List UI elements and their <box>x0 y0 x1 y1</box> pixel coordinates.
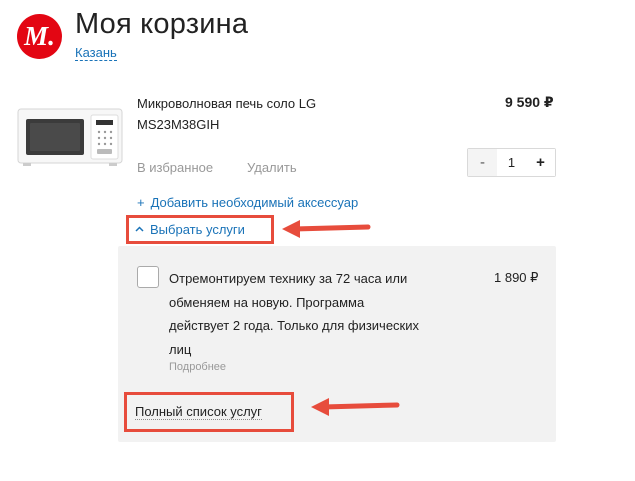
microwave-image[interactable] <box>17 107 123 167</box>
plus-icon: + <box>137 195 145 210</box>
quantity-minus-button[interactable]: - <box>468 149 497 176</box>
chevron-up-icon <box>135 224 144 235</box>
service-checkbox[interactable] <box>137 266 159 288</box>
page-title: Моя корзина <box>75 8 249 40</box>
quantity-stepper: - 1 + <box>467 148 556 177</box>
service-price: 1 890 ₽ <box>494 270 539 285</box>
product-name-link[interactable]: Микроволновая печь соло LG MS23M38GIH <box>137 93 377 135</box>
full-services-list-label: Полный список услуг <box>135 404 262 420</box>
add-to-favorites-link[interactable]: В избранное <box>137 160 213 175</box>
mvideo-logo[interactable]: M. <box>17 14 62 59</box>
choose-services-label: Выбрать услуги <box>150 222 245 237</box>
product-price: 9 590 ₽ <box>505 94 554 110</box>
service-more-link[interactable]: Подробнее <box>169 361 226 373</box>
delete-item-link[interactable]: Удалить <box>247 160 297 175</box>
quantity-value[interactable]: 1 <box>497 149 526 176</box>
add-accessory-label: Добавить необходимый аксессуар <box>150 195 359 210</box>
choose-services-toggle[interactable]: Выбрать услуги <box>126 215 274 244</box>
service-description: Отремонтируем технику за 72 часа или обм… <box>169 271 420 357</box>
annotation-arrow-icon <box>311 398 400 416</box>
full-services-list-link[interactable]: Полный список услуг <box>124 392 294 432</box>
city-selector-link[interactable]: Казань <box>75 45 117 61</box>
add-accessory-link[interactable]: + Добавить необходимый аксессуар <box>137 195 358 210</box>
annotation-arrow-icon <box>282 220 371 238</box>
quantity-plus-button[interactable]: + <box>526 149 555 176</box>
